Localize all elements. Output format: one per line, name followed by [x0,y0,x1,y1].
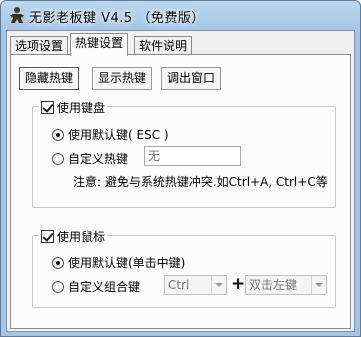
mouse-group-header: 使用鼠标 [39,228,108,245]
client-area: 选项设置 热键设置 软件说明 隐藏热键 显示热键 调出窗口 使用键盘 使用默认键… [6,30,355,332]
mouse-custom-label: 自定义组合键 [68,280,141,294]
mouse-default-option[interactable]: 使用默认键(单击中键) [52,254,185,271]
conflict-note: 注意: 避免与系统热键冲突.如Ctrl+A, Ctrl+C等 [73,175,328,189]
subtab-hide-hotkey[interactable]: 隐藏热键 [19,67,80,90]
keyboard-default-option[interactable]: 使用默认键( ESC ) [52,126,169,143]
use-keyboard-checkbox[interactable] [41,101,54,114]
modifier-select-value: Ctrl [168,278,190,292]
keyboard-group: 使用键盘 使用默认键( ESC ) 自定义热键 无 注意: 避免与系统热键冲突.… [32,99,336,208]
keyboard-group-header: 使用键盘 [39,99,108,116]
use-mouse-label: 使用鼠标 [57,230,106,244]
mouse-default-radio[interactable] [52,256,64,269]
mouse-button-select-value: 双击左键 [249,278,298,292]
app-window: 无影老板键 V4.5 （免费版） 选项设置 热键设置 软件说明 隐藏热键 显示热… [0,0,361,337]
boss-figure-icon [10,7,24,23]
keyboard-default-label: 使用默认键( ESC ) [68,128,169,142]
custom-hotkey-input[interactable]: 无 [144,146,241,166]
hotkey-settings-panel: 隐藏热键 显示热键 调出窗口 使用键盘 使用默认键( ESC ) 自定义热键 无… [10,54,351,329]
keyboard-custom-option[interactable]: 自定义热键 [52,150,128,167]
window-title: 无影老板键 V4.5 （免费版） [29,11,205,26]
keyboard-custom-radio[interactable] [52,152,64,165]
use-mouse-checkbox[interactable] [41,230,54,243]
keyboard-default-radio[interactable] [52,128,64,141]
modifier-select[interactable]: Ctrl [164,275,227,295]
titlebar[interactable]: 无影老板键 V4.5 （免费版） [1,1,360,29]
tab-software-info[interactable]: 软件说明 [134,36,193,55]
mouse-group: 使用鼠标 使用默认键(单击中键) 自定义组合键 Ctrl + 双击左键 [32,228,336,308]
plus-sign: + [231,274,246,294]
subtab-call-window[interactable]: 调出窗口 [161,67,222,90]
mouse-custom-option[interactable]: 自定义组合键 [52,278,140,295]
mouse-default-label: 使用默认键(单击中键) [68,256,186,270]
tab-options[interactable]: 选项设置 [10,36,69,55]
chevron-down-icon[interactable] [311,276,326,294]
keyboard-custom-label: 自定义热键 [68,152,129,166]
mouse-custom-radio[interactable] [52,280,64,293]
subtab-show-hotkey[interactable]: 显示热键 [92,67,153,90]
mouse-button-select[interactable]: 双击左键 [245,275,327,295]
tab-hotkey-settings[interactable]: 热键设置 [70,33,129,56]
chevron-down-icon[interactable] [211,276,226,294]
use-keyboard-label: 使用键盘 [57,101,106,115]
